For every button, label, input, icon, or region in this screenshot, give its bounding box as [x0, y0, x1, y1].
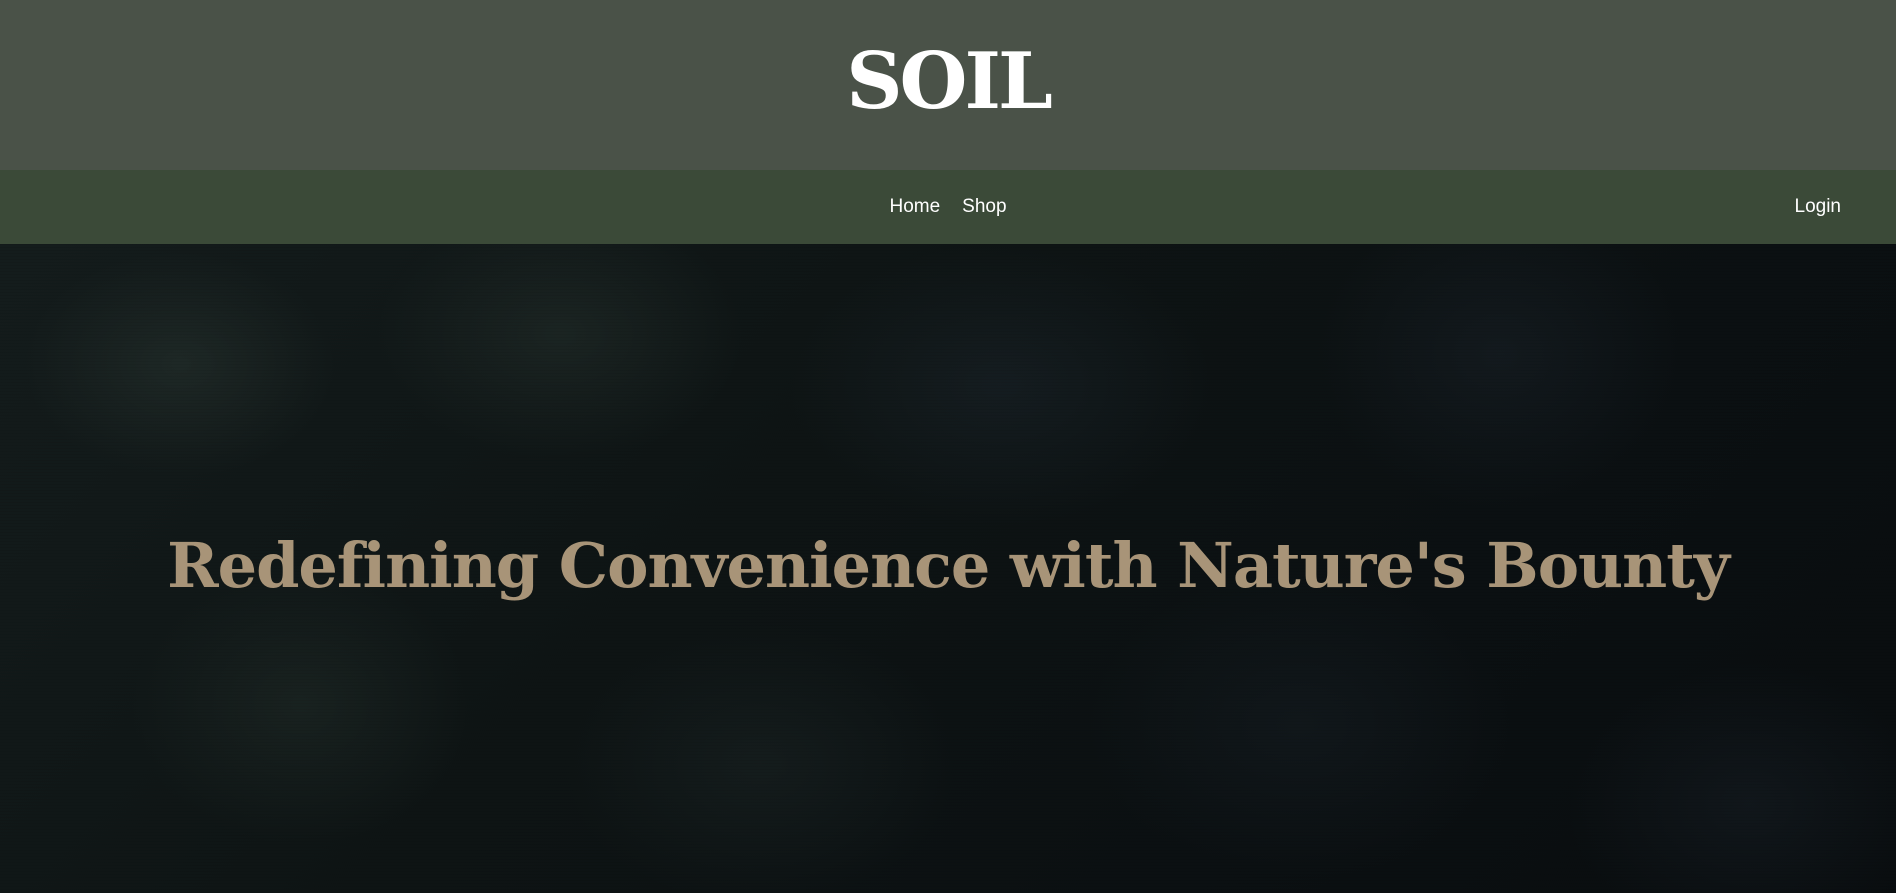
nav-item-shop[interactable]: Shop — [962, 196, 1006, 218]
hero-banner: Redefining Convenience with Nature's Bou… — [0, 244, 1896, 893]
hero-title: Redefining Convenience with Nature's Bou… — [167, 529, 1730, 602]
site-logo[interactable]: SOIL — [846, 36, 1053, 127]
main-navbar: Home Shop Login — [0, 170, 1896, 244]
site-header: SOIL — [0, 0, 1896, 170]
nav-item-home[interactable]: Home — [889, 196, 940, 218]
login-link[interactable]: Login — [1795, 170, 1842, 244]
nav-links: Home Shop — [0, 170, 1896, 244]
